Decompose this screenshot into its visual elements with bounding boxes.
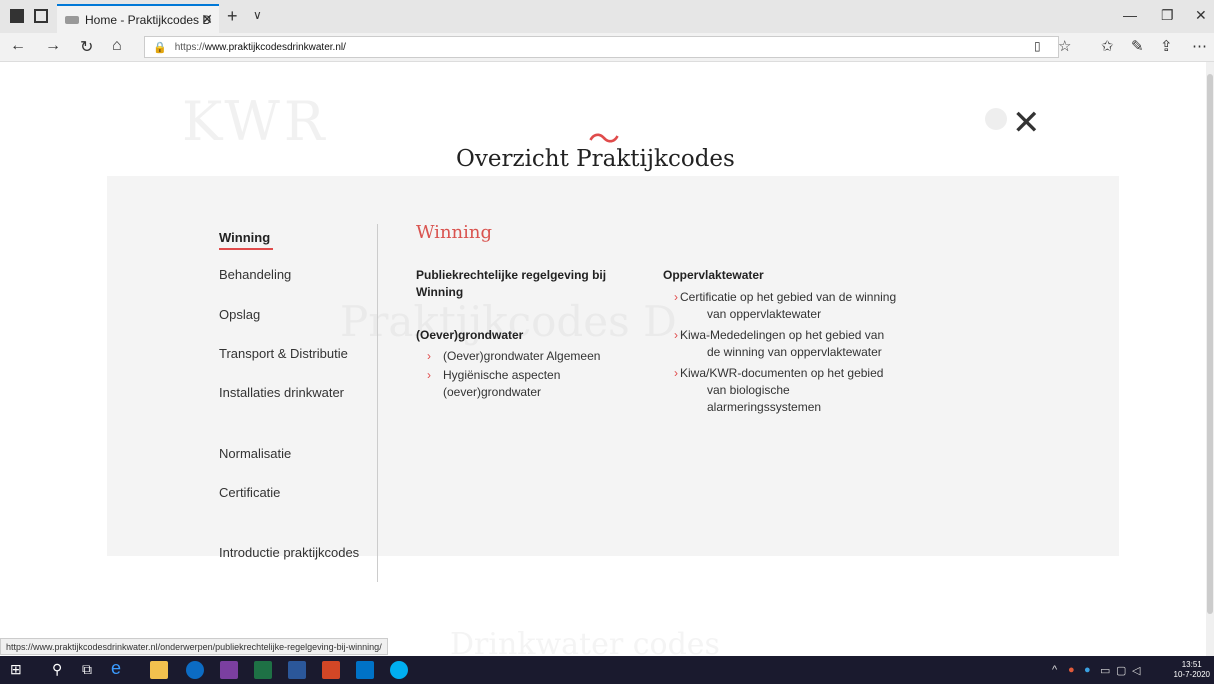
- navigation-bar: ← → ↻ ⌂ 🔒 https:// www.praktijkcodesdrin…: [0, 33, 1214, 62]
- network-icon[interactable]: ▢: [1116, 664, 1126, 677]
- clock-time: 13:51: [1181, 660, 1202, 669]
- nav-item-normalisatie[interactable]: Normalisatie: [219, 446, 291, 461]
- tray-chevron-icon[interactable]: ^: [1052, 664, 1057, 676]
- tab-strip: Home - Praktijkcodes D ✕ + ∨ — ❐ ✕: [0, 0, 1214, 33]
- background-logo: KWR: [182, 90, 329, 153]
- scrollbar-thumb[interactable]: [1207, 74, 1213, 614]
- list-item[interactable]: › Certificatie op het gebied van de winn…: [663, 289, 898, 323]
- chevron-right-icon: ›: [674, 290, 678, 304]
- nav-item-certificatie[interactable]: Certificatie: [219, 485, 280, 500]
- page-scrollbar[interactable]: [1206, 62, 1214, 656]
- column-groundwater: Publiekrechtelijke regelgeving bij Winni…: [416, 267, 646, 401]
- onenote-icon[interactable]: [220, 661, 238, 679]
- url-host: www.praktijkcodesdrinkwater.nl/: [204, 41, 346, 53]
- list-item[interactable]: › Kiwa/KWR-documenten op het gebied van …: [663, 365, 898, 416]
- favorite-star-icon[interactable]: ☆: [1058, 37, 1071, 55]
- link-label: (Oever)grondwater Algemeen: [443, 349, 601, 363]
- clock[interactable]: 13:51 10-7-2020: [1174, 660, 1210, 680]
- favorites-hub-icon[interactable]: ✩: [1101, 37, 1114, 55]
- powerpoint-icon[interactable]: [322, 661, 340, 679]
- tray-cloud-icon[interactable]: ●: [1084, 664, 1091, 676]
- clock-date: 10-7-2020: [1173, 670, 1210, 679]
- tab-preview-chevron-icon[interactable]: ∨: [253, 8, 262, 22]
- skype-icon[interactable]: [390, 661, 408, 679]
- more-icon[interactable]: ⋯: [1192, 37, 1207, 55]
- status-bar-url: https://www.praktijkcodesdrinkwater.nl/o…: [0, 638, 388, 655]
- tray-app-icon[interactable]: ●: [1068, 664, 1075, 676]
- share-icon[interactable]: ⇪: [1160, 37, 1173, 55]
- edge-icon[interactable]: [186, 661, 204, 679]
- background-bottom-title: Drinkwater codes: [450, 627, 720, 656]
- excel-icon[interactable]: [254, 661, 272, 679]
- heading-publiekrechtelijke[interactable]: Publiekrechtelijke regelgeving bij Winni…: [416, 267, 646, 301]
- home-icon[interactable]: ⌂: [112, 37, 122, 55]
- link-label: Kiwa/KWR-documenten op het gebied van bi…: [680, 366, 884, 414]
- word-icon[interactable]: [288, 661, 306, 679]
- chevron-right-icon: ›: [427, 349, 431, 363]
- new-tab-button[interactable]: +: [227, 6, 238, 27]
- nav-item-opslag[interactable]: Opslag: [219, 307, 260, 322]
- column-surface-water: Oppervlaktewater › Certificatie op het g…: [663, 267, 898, 416]
- browser-tab[interactable]: Home - Praktijkcodes D ✕: [57, 4, 219, 33]
- heading-oppervlaktewater[interactable]: Oppervlaktewater: [663, 267, 898, 284]
- link-label: Certificatie op het gebied van de winnin…: [680, 290, 897, 321]
- reading-view-icon[interactable]: ▯: [1034, 39, 1041, 53]
- windows-start-icon[interactable]: ⊞: [10, 661, 22, 678]
- forward-icon[interactable]: →: [45, 37, 61, 55]
- task-view-icon[interactable]: ⧉: [82, 661, 92, 678]
- lock-icon: 🔒: [153, 41, 167, 54]
- overlay-title: Overzicht Praktijkcodes: [456, 146, 735, 172]
- site-favicon-icon: [65, 15, 79, 24]
- pen-icon[interactable]: ✎: [1131, 37, 1144, 55]
- file-explorer-icon[interactable]: [150, 661, 168, 679]
- nav-item-behandeling[interactable]: Behandeling: [219, 267, 291, 282]
- heading-oevergrondwater[interactable]: (Oever)grondwater: [416, 327, 646, 344]
- outlook-icon[interactable]: [356, 661, 374, 679]
- window-close-icon[interactable]: ✕: [1195, 7, 1207, 24]
- nav-divider: [377, 224, 378, 582]
- list-item[interactable]: › (Oever)grondwater Algemeen: [416, 348, 646, 365]
- chevron-right-icon: ›: [674, 366, 678, 380]
- tab-close-icon[interactable]: ✕: [201, 11, 213, 28]
- tab-title: Home - Praktijkcodes D: [85, 12, 212, 27]
- link-label: Hygiënische aspecten (oever)grondwater: [443, 368, 561, 399]
- chevron-right-icon: ›: [674, 328, 678, 342]
- page-content: KWR Praktijkcodes D... Drinkwater codes …: [0, 62, 1206, 656]
- volume-icon[interactable]: ◁: [1132, 664, 1140, 677]
- minimize-icon[interactable]: —: [1123, 7, 1137, 23]
- search-circle-icon: [985, 108, 1007, 130]
- address-bar[interactable]: 🔒 https:// www.praktijkcodesdrinkwater.n…: [144, 36, 1059, 58]
- refresh-icon[interactable]: ↻: [80, 37, 93, 57]
- link-label: Kiwa-Mededelingen op het gebied van de w…: [680, 328, 885, 359]
- section-title: Winning: [416, 222, 492, 243]
- overlay-close-icon[interactable]: ✕: [1012, 106, 1041, 140]
- list-item[interactable]: › Kiwa-Mededelingen op het gebied van de…: [663, 327, 898, 361]
- chevron-right-icon: ›: [427, 368, 431, 382]
- nav-item-installaties[interactable]: Installaties drinkwater: [219, 385, 344, 400]
- nav-item-introductie[interactable]: Introductie praktijkcodes: [219, 545, 359, 560]
- set-aside-tabs-icon[interactable]: [34, 9, 48, 23]
- maximize-icon[interactable]: ❐: [1161, 7, 1174, 24]
- back-icon[interactable]: ←: [10, 37, 26, 55]
- nav-item-winning[interactable]: Winning: [219, 230, 274, 250]
- tab-actions-icon[interactable]: [10, 9, 24, 23]
- internet-explorer-icon[interactable]: e: [111, 658, 121, 679]
- list-item[interactable]: › Hygiënische aspecten (oever)grondwater: [416, 367, 616, 401]
- battery-icon[interactable]: ▭: [1100, 664, 1110, 677]
- nav-item-transport-distributie[interactable]: Transport & Distributie: [219, 346, 348, 361]
- url-scheme: https://: [174, 41, 205, 53]
- search-icon[interactable]: ⚲: [52, 661, 62, 678]
- taskbar: ⊞ ⚲ ⧉ e ^ ● ● ▭ ▢ ◁ 13:51 10-7-2020: [0, 656, 1214, 684]
